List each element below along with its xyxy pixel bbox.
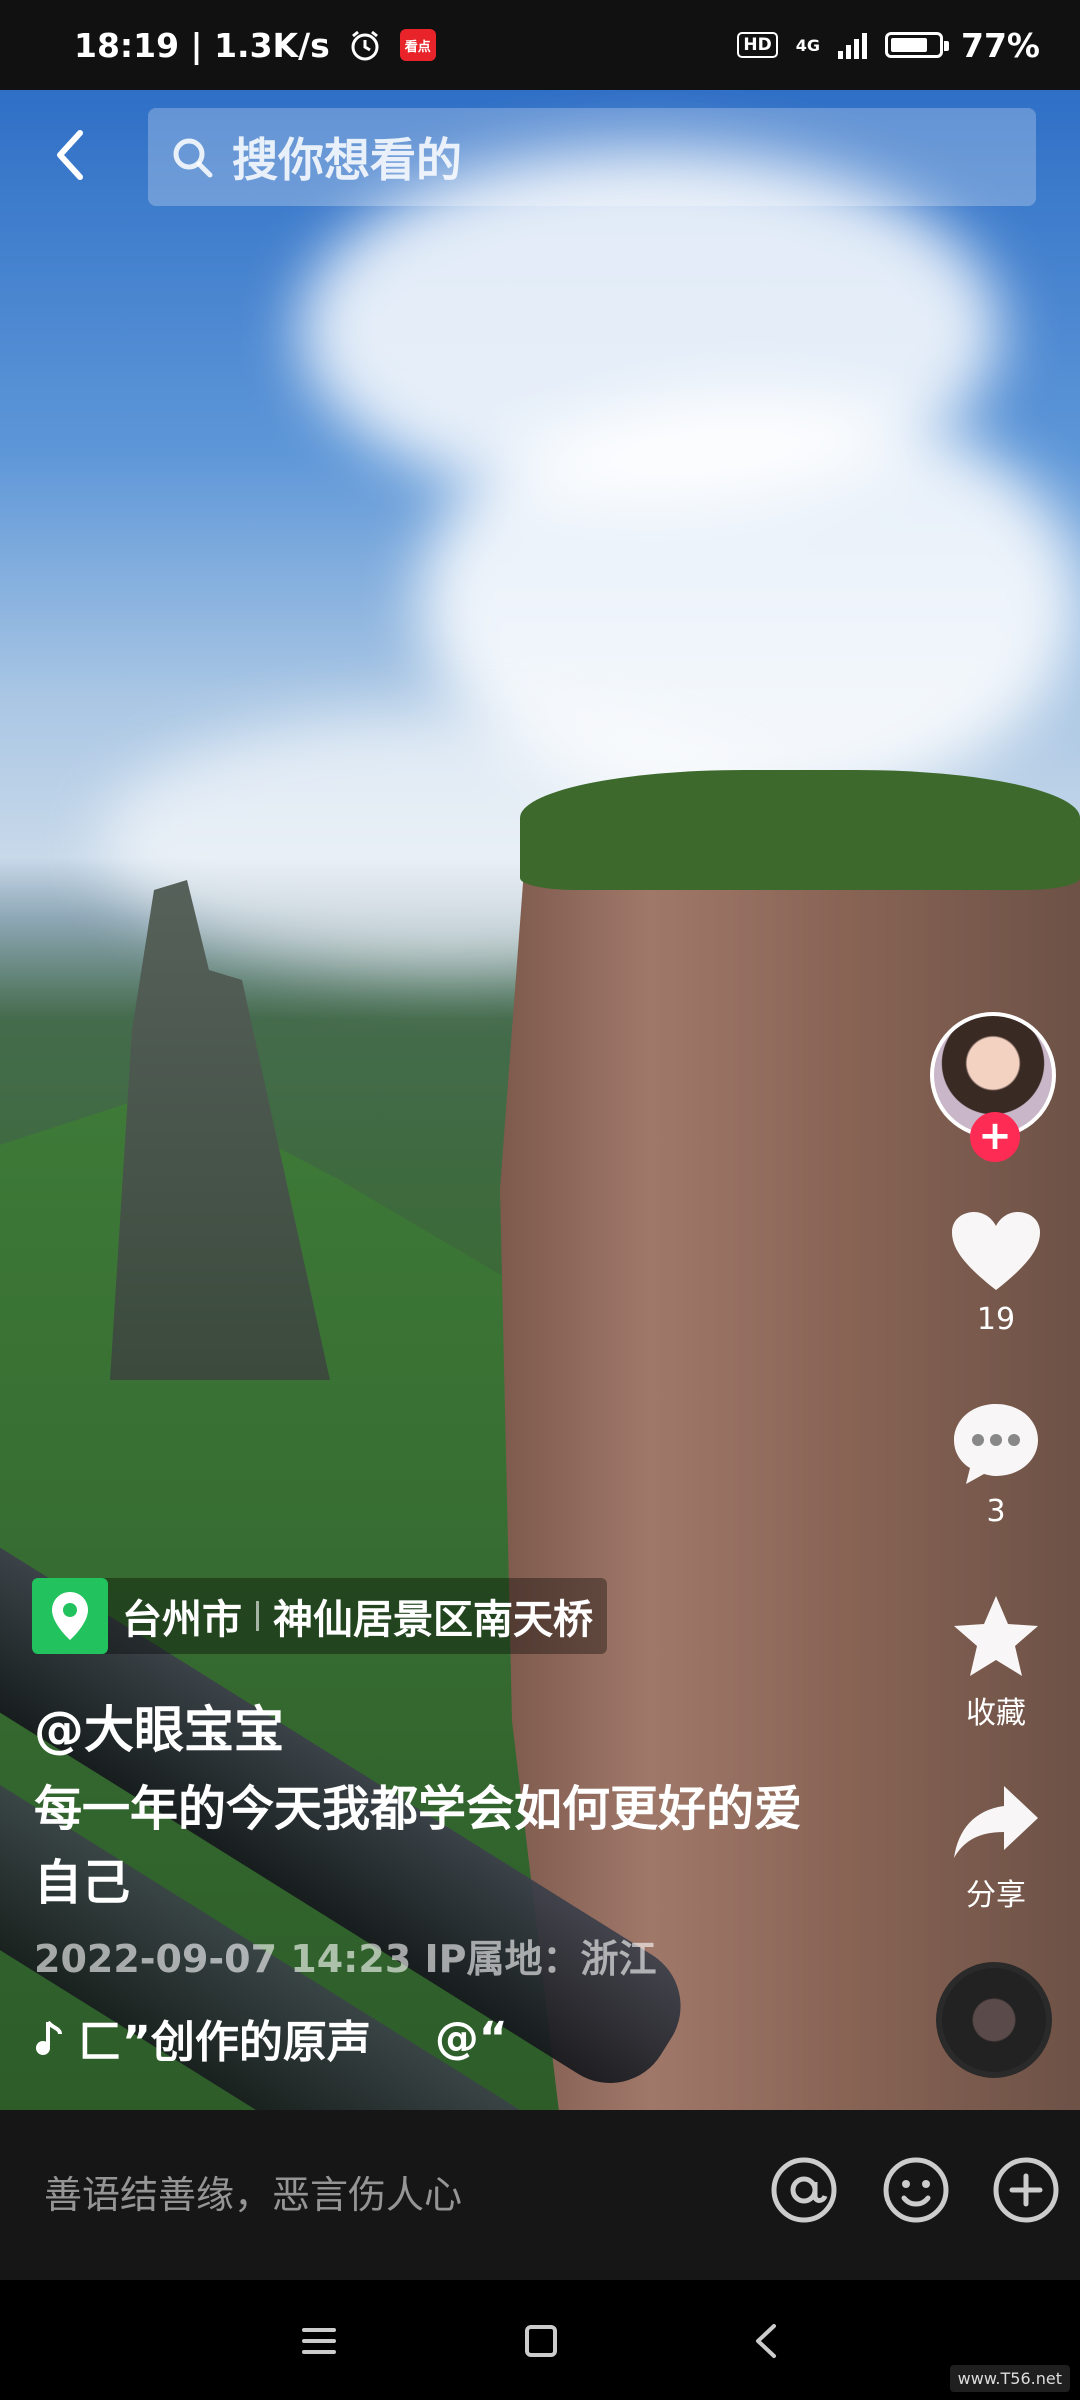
music-note-icon xyxy=(36,2020,62,2055)
home-square-icon[interactable] xyxy=(516,2316,566,2366)
back-button[interactable] xyxy=(40,120,100,190)
share-arrow-icon xyxy=(954,1786,1038,1858)
battery-percent: 77% xyxy=(961,25,1040,65)
watermark: www.T56.net xyxy=(949,2365,1070,2392)
status-right: HD 4G 77% xyxy=(737,26,1040,65)
comment-button[interactable]: 3 xyxy=(940,1400,1052,1529)
battery-icon xyxy=(885,32,949,58)
system-nav-bar: www.T56.net xyxy=(0,2280,1080,2400)
alarm-icon xyxy=(351,30,379,61)
menu-icon[interactable] xyxy=(294,2316,344,2366)
star-icon xyxy=(954,1596,1038,1676)
comment-count: 3 xyxy=(986,1494,1006,1529)
network-type: 4G xyxy=(795,35,820,55)
at-icon[interactable] xyxy=(768,2154,840,2226)
follow-button[interactable]: + xyxy=(970,1112,1020,1162)
app-badge: 看点 xyxy=(399,29,436,61)
video-description: 每一年的今天我都学会如何更好的爱自己 xyxy=(34,1781,803,1911)
status-bar: 18:19 | 1.3K/s 看点 HD 4G 77% xyxy=(0,0,1080,90)
post-meta: 2022-09-07 14:23 IP属地：浙江 xyxy=(34,1937,657,1981)
author-name[interactable]: @大眼宝宝 xyxy=(34,1690,284,1762)
favorite-button[interactable]: 收藏 xyxy=(940,1592,1052,1732)
search-bar[interactable]: 搜你想看的 xyxy=(148,108,1036,206)
music-mention: @“ xyxy=(434,2012,508,2064)
share-label: 分享 xyxy=(966,1878,1026,1913)
emoji-icon[interactable] xyxy=(880,2154,952,2226)
favorite-label: 收藏 xyxy=(966,1696,1026,1731)
hd-badge: HD xyxy=(737,32,778,58)
comment-input[interactable]: 善语结善缘，恶言伤人心 xyxy=(44,2164,462,2219)
back-triangle-icon[interactable] xyxy=(742,2316,792,2366)
like-count: 19 xyxy=(976,1302,1016,1337)
music-disc[interactable] xyxy=(936,1962,1052,2078)
signal-icon xyxy=(838,31,867,59)
heart-icon xyxy=(952,1212,1040,1290)
location-pin-icon xyxy=(32,1578,108,1654)
status-time-speed: 18:19 | 1.3K/s xyxy=(74,25,330,65)
location-city: 台州市 xyxy=(122,1597,242,1643)
chevron-left-icon xyxy=(57,130,83,180)
music-title: 匚”创作的原声 xyxy=(78,2017,371,2068)
search-icon xyxy=(173,138,213,178)
share-button[interactable]: 分享 xyxy=(940,1782,1052,1914)
location-tag[interactable]: 台州市 神仙居景区南天桥 xyxy=(32,1578,607,1654)
location-divider xyxy=(256,1601,259,1631)
comment-bubble-icon xyxy=(954,1404,1038,1484)
comment-bar: 善语结善缘，恶言伤人心 xyxy=(0,2110,1080,2280)
cliff-top-trees xyxy=(520,770,1080,890)
location-place: 神仙居景区南天桥 xyxy=(273,1597,593,1643)
status-left: 18:19 | 1.3K/s 看点 xyxy=(74,26,436,65)
search-placeholder: 搜你想看的 xyxy=(232,133,462,187)
plus-circle-icon[interactable] xyxy=(990,2154,1062,2226)
like-button[interactable]: 19 xyxy=(940,1210,1052,1337)
music-info[interactable]: 匚”创作的原声 @“ xyxy=(34,2006,508,2070)
